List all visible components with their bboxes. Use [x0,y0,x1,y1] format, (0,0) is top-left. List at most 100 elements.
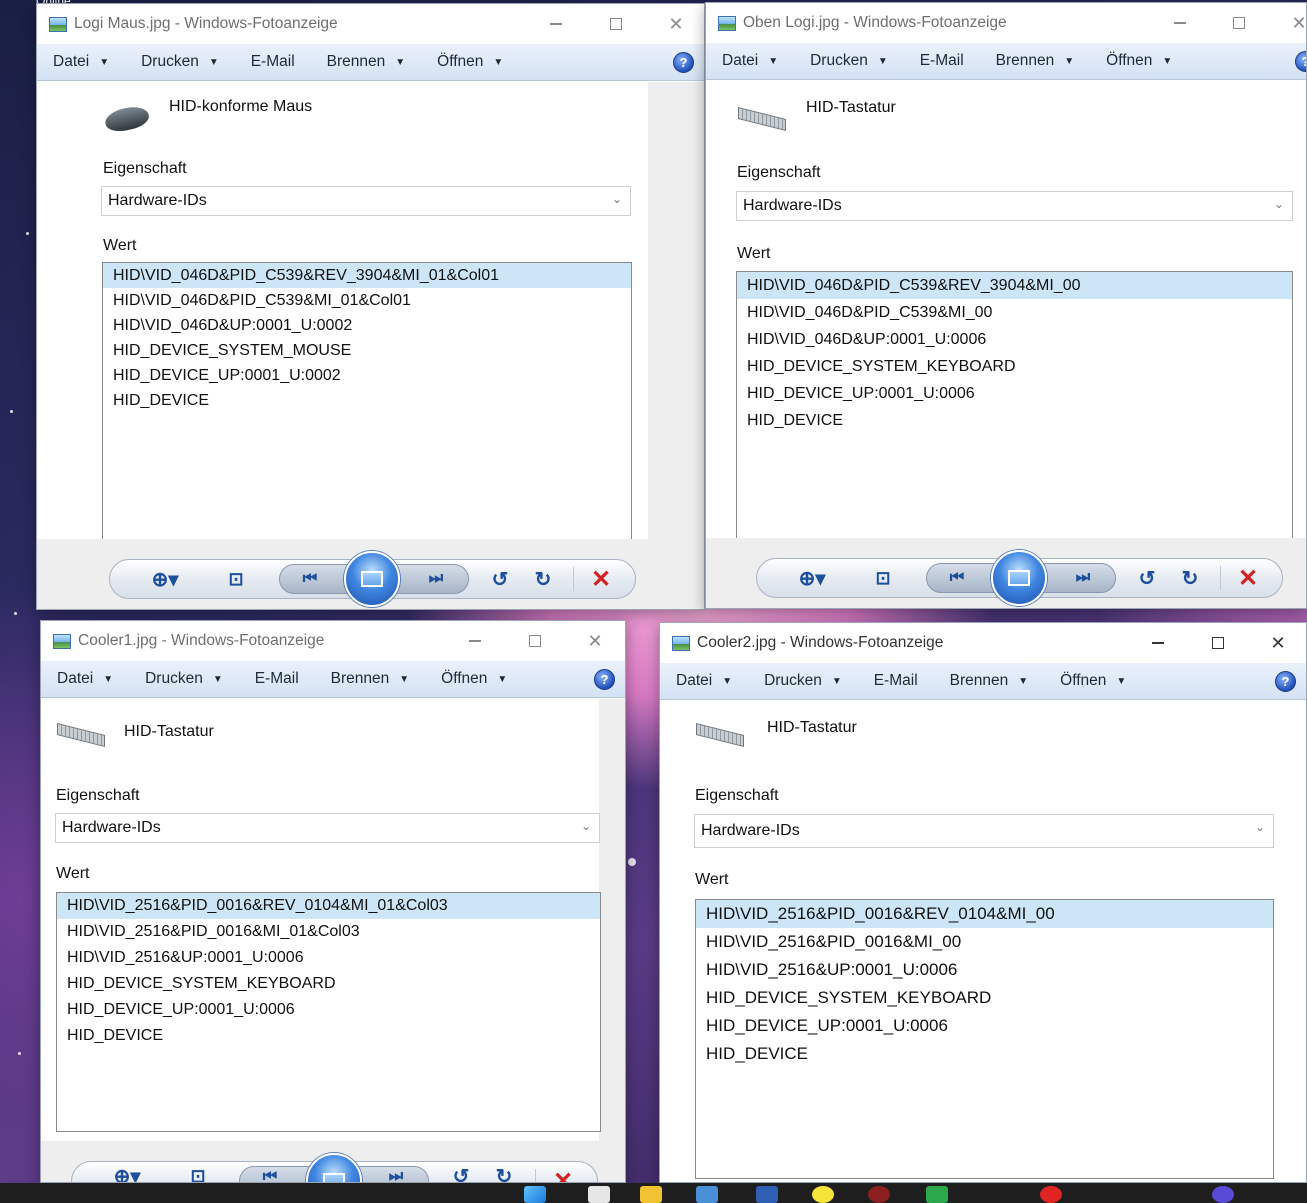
minimize-button[interactable] [526,4,586,44]
list-item[interactable]: HID_DEVICE_SYSTEM_MOUSE [103,338,631,363]
list-item[interactable]: HID_DEVICE [737,407,1292,434]
list-item[interactable]: HID\VID_046D&PID_C539&MI_01&Col01 [103,288,631,313]
photo-viewer-window-cooler1[interactable]: Cooler1.jpg - Windows-Fotoanzeige ✕ Date… [40,620,626,1183]
menu-drucken[interactable]: Drucken ▼ [764,672,842,690]
close-button[interactable]: ✕ [1248,623,1306,663]
delete-icon[interactable]: ✕ [591,565,611,594]
menu-drucken[interactable]: Drucken ▼ [141,53,219,71]
list-item[interactable]: HID_DEVICE_SYSTEM_KEYBOARD [737,353,1292,380]
app-icon[interactable] [696,1186,718,1203]
photo-viewer-window-cooler2[interactable]: Cooler2.jpg - Windows-Fotoanzeige ✕ Date… [659,622,1307,1183]
menu-oeffnen[interactable]: Öffnen ▼ [1060,672,1126,690]
menu-oeffnen[interactable]: Öffnen ▼ [441,670,507,688]
fit-to-window-icon[interactable]: ⊡ [221,567,251,591]
menu-oeffnen[interactable]: Öffnen ▼ [1106,52,1172,70]
list-item[interactable]: HID_DEVICE_UP:0001_U:0006 [57,997,600,1023]
next-icon[interactable]: ⏭ [381,1168,411,1183]
property-dropdown[interactable]: Hardware-IDs ⌄ [101,186,631,216]
close-button[interactable]: ✕ [646,4,704,44]
app-icon[interactable] [588,1186,610,1203]
app-icon[interactable] [812,1186,834,1203]
rotate-right-icon[interactable]: ↻ [528,566,558,592]
zoom-icon[interactable]: ⊕▾ [792,566,832,590]
app-icon[interactable] [1040,1186,1062,1203]
rotate-left-icon[interactable]: ↺ [446,1166,476,1183]
close-button[interactable]: ✕ [565,621,625,661]
property-dropdown[interactable]: Hardware-IDs ⌄ [736,191,1293,221]
title-bar[interactable]: Logi Maus.jpg - Windows-Fotoanzeige ✕ [37,4,704,44]
menu-datei[interactable]: Datei ▼ [722,52,778,70]
property-dropdown[interactable]: Hardware-IDs ⌄ [694,814,1274,848]
app-icon[interactable] [1212,1186,1234,1203]
help-icon[interactable]: ? [673,52,694,73]
app-icon[interactable] [756,1186,778,1203]
help-icon[interactable]: ? [1295,51,1306,72]
next-icon[interactable]: ⏭ [1068,566,1098,590]
rotate-left-icon[interactable]: ↺ [485,566,515,592]
list-item[interactable]: HID_DEVICE [57,1023,600,1049]
previous-icon[interactable]: ⏮ [255,1168,285,1183]
slideshow-button[interactable] [991,550,1047,606]
list-item[interactable]: HID_DEVICE_SYSTEM_KEYBOARD [696,984,1273,1012]
property-dropdown[interactable]: Hardware-IDs ⌄ [55,813,600,843]
previous-icon[interactable]: ⏮ [942,566,972,590]
minimize-button[interactable] [1128,623,1188,663]
photo-viewer-window-logi-maus[interactable]: Logi Maus.jpg - Windows-Fotoanzeige ✕ Da… [36,3,705,610]
value-list[interactable]: HID\VID_2516&PID_0016&REV_0104&MI_00 HID… [695,899,1274,1179]
fit-to-window-icon[interactable]: ⊡ [183,1166,213,1182]
list-item[interactable]: HID\VID_2516&PID_0016&MI_00 [696,928,1273,956]
value-list[interactable]: HID\VID_046D&PID_C539&REV_3904&MI_01&Col… [102,262,632,547]
list-item[interactable]: HID_DEVICE_UP:0001_U:0006 [696,1012,1273,1040]
list-item[interactable]: HID_DEVICE [696,1040,1273,1068]
menu-brennen[interactable]: Brennen ▼ [996,52,1075,70]
list-item[interactable]: HID\VID_046D&PID_C539&REV_3904&MI_01&Col… [103,263,631,288]
app-icon[interactable] [868,1186,890,1203]
menu-email[interactable]: E-Mail [255,670,299,688]
delete-icon[interactable]: ✕ [553,1167,573,1182]
slideshow-button[interactable] [344,551,400,607]
menu-oeffnen[interactable]: Öffnen ▼ [437,53,503,71]
maximize-button[interactable] [505,621,565,661]
rotate-left-icon[interactable]: ↺ [1132,565,1162,591]
list-item[interactable]: HID\VID_046D&PID_C539&REV_3904&MI_00 [737,272,1292,299]
menu-datei[interactable]: Datei ▼ [676,672,732,690]
app-icon[interactable] [926,1186,948,1203]
value-list[interactable]: HID\VID_2516&PID_0016&REV_0104&MI_01&Col… [56,892,601,1132]
list-item[interactable]: HID_DEVICE [103,388,631,413]
help-icon[interactable]: ? [594,669,615,690]
maximize-button[interactable] [1188,623,1248,663]
list-item[interactable]: HID_DEVICE_UP:0001_U:0006 [737,380,1292,407]
title-bar[interactable]: Cooler1.jpg - Windows-Fotoanzeige ✕ [41,621,625,661]
maximize-button[interactable] [1209,3,1269,43]
menu-email[interactable]: E-Mail [920,52,964,70]
slideshow-button[interactable] [306,1153,362,1182]
folder-icon[interactable] [640,1186,662,1203]
title-bar[interactable]: Oben Logi.jpg - Windows-Fotoanzeige ✕ [706,3,1306,43]
list-item[interactable]: HID_DEVICE_SYSTEM_KEYBOARD [57,971,600,997]
menu-brennen[interactable]: Brennen ▼ [950,672,1029,690]
list-item[interactable]: HID\VID_2516&PID_0016&REV_0104&MI_01&Col… [57,893,600,919]
menu-brennen[interactable]: Brennen ▼ [331,670,410,688]
list-item[interactable]: HID\VID_046D&PID_C539&MI_00 [737,299,1292,326]
close-button[interactable]: ✕ [1269,3,1306,43]
fit-to-window-icon[interactable]: ⊡ [868,566,898,590]
list-item[interactable]: HID\VID_2516&UP:0001_U:0006 [696,956,1273,984]
menu-email[interactable]: E-Mail [251,53,295,71]
list-item[interactable]: HID\VID_046D&UP:0001_U:0002 [103,313,631,338]
list-item[interactable]: HID\VID_2516&PID_0016&REV_0104&MI_00 [696,900,1273,928]
list-item[interactable]: HID_DEVICE_UP:0001_U:0002 [103,363,631,388]
minimize-button[interactable] [445,621,505,661]
list-item[interactable]: HID\VID_046D&UP:0001_U:0006 [737,326,1292,353]
minimize-button[interactable] [1150,3,1210,43]
previous-icon[interactable]: ⏮ [295,567,325,591]
delete-icon[interactable]: ✕ [1238,564,1258,593]
value-list[interactable]: HID\VID_046D&PID_C539&REV_3904&MI_00 HID… [736,271,1293,546]
next-icon[interactable]: ⏭ [421,567,451,591]
rotate-right-icon[interactable]: ↻ [489,1166,519,1183]
menu-email[interactable]: E-Mail [874,672,918,690]
zoom-icon[interactable]: ⊕▾ [107,1166,147,1182]
list-item[interactable]: HID\VID_2516&PID_0016&MI_01&Col03 [57,919,600,945]
menu-datei[interactable]: Datei ▼ [53,53,109,71]
menu-drucken[interactable]: Drucken ▼ [145,670,223,688]
photo-viewer-window-oben-logi[interactable]: Oben Logi.jpg - Windows-Fotoanzeige ✕ Da… [705,2,1307,609]
